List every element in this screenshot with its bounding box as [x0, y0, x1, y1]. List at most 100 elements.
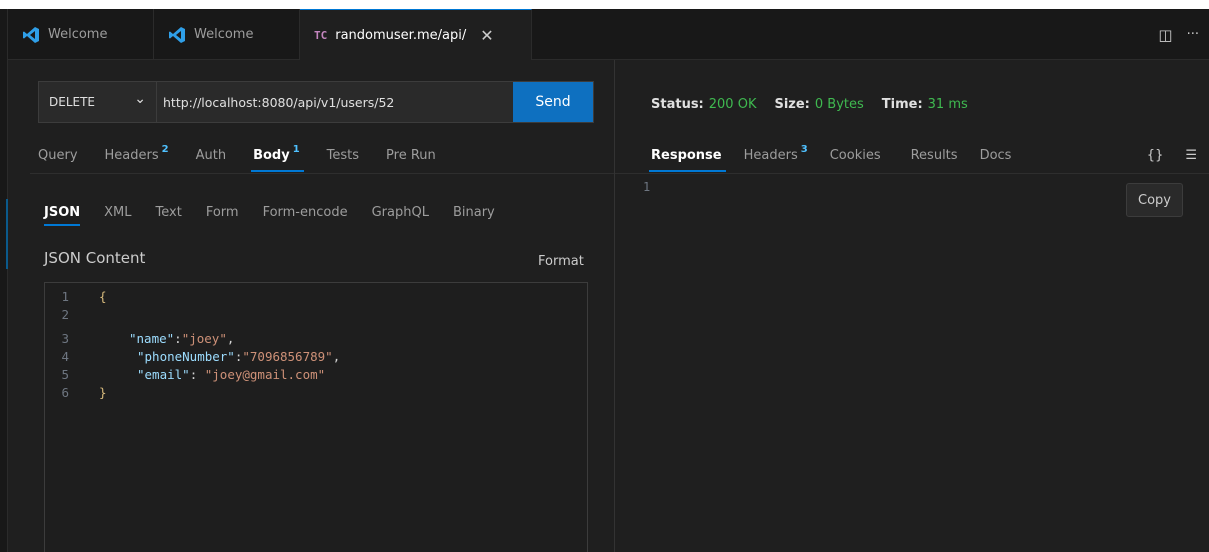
json-key: "name" — [129, 330, 175, 346]
time-value: 31 ms — [927, 96, 968, 112]
tab-bar-actions: ◫ ··· — [1158, 9, 1199, 60]
tab-cookies-label: Cookies — [829, 147, 881, 163]
json-key: "email" — [137, 366, 190, 382]
tab-auth[interactable]: Auth — [196, 138, 226, 172]
editor-line: 1{ — [45, 287, 107, 305]
editor-line: 5 "email": "joey@gmail.com" — [45, 365, 325, 383]
line-number: 5 — [61, 366, 69, 382]
chevron-down-icon: ⌄ — [134, 91, 146, 107]
response-status-row: Status: 200 OK Size: 0 Bytes Time: 31 ms — [651, 94, 986, 114]
code-text: } — [99, 384, 107, 400]
line-number: 2 — [61, 306, 69, 322]
tab-auth-label: Auth — [195, 147, 227, 163]
body-count-badge: 1 — [292, 143, 300, 155]
size-label: Size: — [774, 96, 810, 112]
json-value: "joey" — [181, 330, 227, 346]
split-editor-icon[interactable]: ◫ — [1158, 26, 1172, 44]
braces-icon[interactable]: {} — [1147, 148, 1164, 163]
body-type-json[interactable]: JSON — [44, 198, 81, 226]
headers-count-badge: 2 — [161, 143, 169, 155]
body-type-text[interactable]: Text — [156, 198, 182, 226]
response-pane: Status: 200 OK Size: 0 Bytes Time: 31 ms… — [615, 60, 1209, 552]
response-tabs: Response Headers 3 Cookies Results Docs — [649, 138, 1033, 172]
method-value: DELETE — [49, 95, 96, 109]
method-select[interactable]: DELETE ⌄ — [39, 82, 157, 122]
tab-response[interactable]: Response — [649, 138, 726, 172]
tab-results[interactable]: Results — [911, 138, 958, 172]
more-actions-icon[interactable]: ··· — [1187, 27, 1199, 42]
tab-response-headers-label: Headers — [743, 147, 798, 163]
tab-headers[interactable]: Headers 2 — [105, 138, 169, 172]
editor-tab-bar: Welcome Welcome TC randomuser.me/api/ ✕ … — [8, 9, 1209, 60]
request-tabs: Query Headers 2 Auth Body 1 Tests Pre Run — [38, 138, 463, 172]
json-value: "7096856789" — [242, 348, 333, 364]
body-type-binary[interactable]: Binary — [453, 198, 495, 226]
tab-label: Welcome — [48, 27, 108, 42]
thunder-client-icon: TC — [314, 28, 328, 42]
tab-body-label: Body — [253, 147, 290, 163]
line-number: 3 — [61, 330, 69, 346]
tab-query[interactable]: Query — [38, 138, 78, 172]
tab-welcome-2[interactable]: Welcome — [154, 9, 300, 60]
code-text: { — [99, 288, 107, 304]
editor-line: 2 — [45, 305, 79, 323]
json-sep: : — [189, 366, 205, 382]
tab-pre-run[interactable]: Pre Run — [386, 138, 436, 172]
tab-label: randomuser.me/api/ — [335, 27, 467, 43]
json-comma: , — [226, 330, 235, 346]
tab-randomuser[interactable]: TC randomuser.me/api/ ✕ — [300, 9, 532, 60]
tab-headers-label: Headers — [104, 147, 159, 163]
send-button[interactable]: Send — [513, 82, 593, 122]
body-type-form-encode[interactable]: Form-encode — [263, 198, 348, 226]
editor-line: 6} — [45, 383, 107, 401]
json-content-label: JSON Content — [44, 249, 146, 267]
json-key: "phoneNumber" — [137, 348, 235, 364]
time-label: Time: — [881, 96, 923, 112]
activity-edge — [0, 9, 9, 552]
json-sep: : — [174, 330, 182, 346]
url-bar: DELETE ⌄ http://localhost:8080/api/v1/us… — [38, 81, 594, 123]
body-type-xml[interactable]: XML — [104, 198, 131, 226]
window-top-strip — [0, 0, 1209, 9]
tab-response-label: Response — [651, 147, 722, 163]
tab-body[interactable]: Body 1 — [251, 138, 304, 172]
tab-query-label: Query — [38, 147, 78, 163]
copy-button[interactable]: Copy — [1126, 183, 1183, 217]
body-type-form[interactable]: Form — [206, 198, 239, 226]
json-sep: : — [234, 348, 243, 364]
tab-label: Welcome — [194, 27, 254, 42]
tab-cookies[interactable]: Cookies — [830, 138, 881, 172]
json-comma: , — [332, 348, 341, 364]
json-value: "joey@gmail.com" — [204, 366, 326, 382]
body-type-tabs: JSON XML Text Form Form-encode GraphQL B… — [44, 198, 519, 226]
close-icon[interactable]: ✕ — [480, 26, 493, 45]
divider — [615, 173, 1209, 174]
size-value: 0 Bytes — [814, 96, 864, 112]
tab-pre-run-label: Pre Run — [386, 147, 436, 163]
tab-docs-label: Docs — [979, 147, 1012, 163]
word-wrap-icon[interactable]: ☰ — [1185, 148, 1197, 163]
line-number: 4 — [61, 348, 69, 364]
line-number: 1 — [61, 288, 69, 304]
line-number: 1 — [643, 180, 651, 194]
format-button[interactable]: Format — [538, 254, 584, 269]
tab-results-label: Results — [910, 147, 958, 163]
status-value: 200 OK — [708, 96, 757, 112]
divider — [30, 173, 614, 174]
tab-docs[interactable]: Docs — [980, 138, 1012, 172]
vscode-icon — [168, 26, 186, 44]
status-label: Status: — [651, 96, 704, 112]
tab-tests-label: Tests — [326, 147, 360, 163]
response-actions: {} ☰ — [1147, 138, 1197, 172]
tab-tests[interactable]: Tests — [327, 138, 359, 172]
vscode-icon — [22, 26, 40, 44]
tab-welcome-1[interactable]: Welcome — [8, 9, 154, 60]
response-headers-count-badge: 3 — [800, 143, 808, 155]
body-type-graphql[interactable]: GraphQL — [372, 198, 429, 226]
json-editor[interactable]: 1{ 2 3 "name": "joey", 4 "phoneNumber": "709… — [44, 282, 588, 552]
url-input[interactable]: http://localhost:8080/api/v1/users/52 — [163, 82, 394, 122]
request-pane: DELETE ⌄ http://localhost:8080/api/v1/us… — [8, 60, 614, 552]
editor-line: 3 "name": "joey", — [45, 329, 234, 347]
tab-response-headers[interactable]: Headers 3 — [744, 138, 808, 172]
editor-line: 4 "phoneNumber": "7096856789", — [45, 347, 340, 365]
